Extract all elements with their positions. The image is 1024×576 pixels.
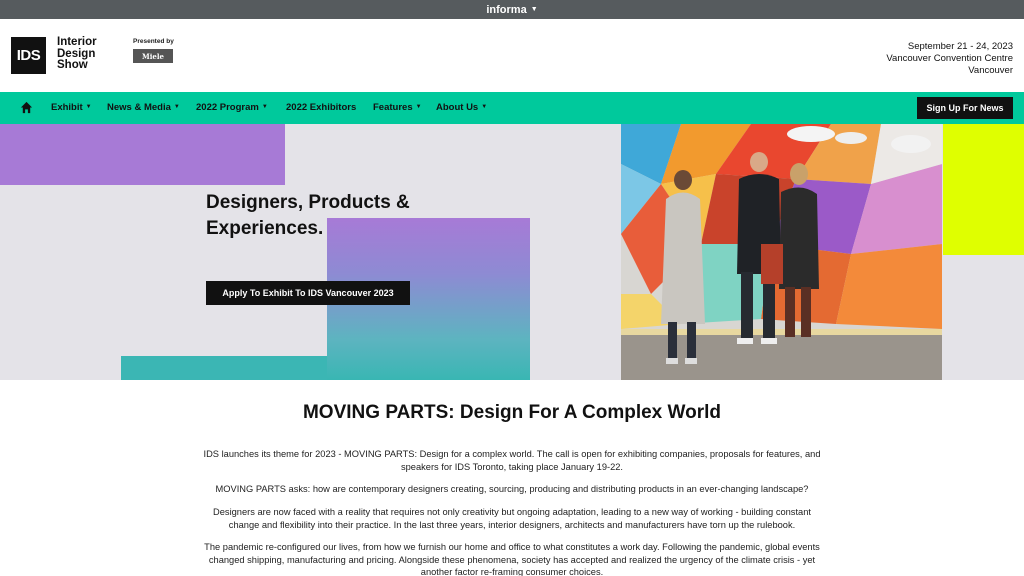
nav-label: 2022 Exhibitors xyxy=(286,102,357,113)
section-heading: MOVING PARTS: Design For A Complex World xyxy=(302,402,722,423)
home-icon[interactable] xyxy=(20,101,33,114)
nav-item-features[interactable]: Features ▼ xyxy=(373,102,422,113)
paragraph: Designers are now faced with a reality t… xyxy=(213,507,811,530)
logo-line: Show xyxy=(57,59,88,71)
main-nav: Exhibit ▼ News & Media ▼ 2022 Program ▼ 202… xyxy=(0,92,1024,124)
presented-by-label: Presented by xyxy=(133,38,174,45)
logo-wordmark[interactable]: Interior Design Show xyxy=(57,36,97,72)
nav-label: Features xyxy=(373,102,413,113)
nav-item-about-us[interactable]: About Us ▼ xyxy=(436,102,487,113)
caret-down-icon: ▼ xyxy=(173,104,180,111)
main-content: MOVING PARTS: Design For A Complex World… xyxy=(0,380,1024,576)
informa-bar[interactable]: informa ▼ xyxy=(0,0,1024,19)
event-info: September 21 - 24, 2023 Vancouver Conven… xyxy=(886,41,1013,77)
chevron-down-icon: ▼ xyxy=(530,6,538,13)
hero-title: Designers, Products & Experiences. xyxy=(206,190,466,242)
event-city: Vancouver xyxy=(968,65,1013,76)
nav-label: 2022 Program xyxy=(196,102,259,113)
apply-to-exhibit-button[interactable]: Apply To Exhibit To IDS Vancouver 2023 xyxy=(206,281,410,305)
hero-title-line: Experiences. xyxy=(206,218,324,239)
nav-item-news-media[interactable]: News & Media ▼ xyxy=(107,102,180,113)
logo-mark: IDS xyxy=(16,47,41,64)
informa-brand[interactable]: informa xyxy=(486,4,526,16)
caret-down-icon: ▼ xyxy=(261,104,268,111)
nav-label: News & Media xyxy=(107,102,171,113)
sponsor-name: Miele xyxy=(142,51,164,61)
sponsor-logo[interactable]: Miele xyxy=(133,49,173,63)
nav-label: Exhibit xyxy=(51,102,83,113)
hero-banner: Designers, Products & Experiences. Apply… xyxy=(0,124,1024,380)
logo-line: Interior xyxy=(57,36,97,48)
ids-logo[interactable]: IDS xyxy=(11,37,46,74)
caret-down-icon: ▼ xyxy=(85,104,92,111)
caret-down-icon: ▼ xyxy=(481,104,488,111)
nav-item-2022-program[interactable]: 2022 Program ▼ xyxy=(196,102,268,113)
nav-item-2022-exhibitors[interactable]: 2022 Exhibitors xyxy=(286,102,356,113)
event-dates: September 21 - 24, 2023 xyxy=(907,41,1013,52)
caret-down-icon: ▼ xyxy=(415,104,422,111)
paragraph: MOVING PARTS asks: how are contemporary … xyxy=(215,484,809,494)
nav-label: About Us xyxy=(436,102,479,113)
site-header: IDS Interior Design Show Presented by Mi… xyxy=(0,19,1024,92)
sign-up-button[interactable]: Sign Up For News xyxy=(917,97,1013,119)
purple-decor-block xyxy=(0,124,285,185)
hero-title-line: Designers, Products & xyxy=(206,192,410,213)
event-venue: Vancouver Convention Centre xyxy=(886,53,1013,64)
hero-photo xyxy=(621,124,942,380)
nav-item-exhibit[interactable]: Exhibit ▼ xyxy=(51,102,92,113)
teal-decor-block xyxy=(121,356,327,380)
paragraph: IDS launches its theme for 2023 - MOVING… xyxy=(203,449,821,472)
yellow-decor-block xyxy=(943,124,1024,255)
paragraph: The pandemic re-configured our lives, fr… xyxy=(204,542,820,576)
